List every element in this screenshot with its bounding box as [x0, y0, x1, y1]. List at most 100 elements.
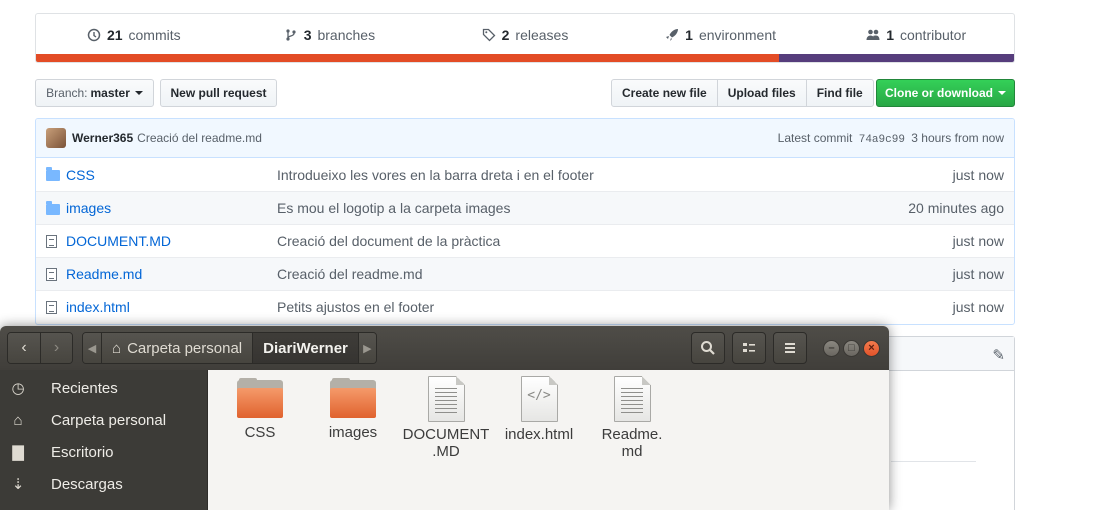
item-label: images [328, 424, 378, 441]
search-icon [701, 341, 715, 355]
triangle-right-icon: ▶ [363, 342, 372, 355]
sidebar-item-label: Descargas [51, 475, 123, 493]
file-commit-message[interactable]: Petits ajustos en el footer [277, 299, 953, 315]
chevron-right-icon: › [53, 339, 60, 356]
path-item-current[interactable]: DiariWerner [252, 333, 358, 363]
sidebar-item-label: Escritorio [51, 443, 114, 461]
sidebar-item-home[interactable]: ⌂ Carpeta personal [0, 404, 207, 436]
table-row: Readme.md Creació del readme.md just now [36, 257, 1014, 290]
maximize-icon: □ [848, 342, 855, 354]
commits-link[interactable]: 21 commits [36, 14, 232, 55]
file-actions-group: Create new file Upload files Find file [611, 79, 874, 107]
new-pull-request-button[interactable]: New pull request [160, 79, 277, 107]
html-file-icon: </> [520, 376, 558, 422]
divider [891, 461, 976, 462]
create-new-file-button[interactable]: Create new file [611, 79, 718, 107]
history-nav: ‹ › [7, 332, 73, 364]
file-item-readme[interactable]: Readme. md [586, 376, 678, 460]
maximize-button[interactable]: □ [843, 340, 860, 357]
contributors-link[interactable]: 1 contributor [818, 14, 1014, 55]
item-label: DOCUMENT .MD [402, 426, 490, 460]
environments-link[interactable]: 1 environment [623, 14, 819, 55]
file-age: just now [952, 233, 1004, 249]
file-name-link[interactable]: CSS [66, 167, 277, 183]
view-toggle-button[interactable] [732, 332, 766, 364]
rocket-icon [666, 28, 679, 41]
path-scroll-right-button[interactable]: ▶ [357, 333, 376, 363]
find-file-button[interactable]: Find file [805, 79, 874, 107]
file-icon [46, 300, 62, 314]
desktop-folder-icon: ▇ [12, 444, 24, 461]
search-button[interactable] [691, 332, 725, 364]
environments-count: 1 [685, 26, 693, 43]
file-commit-message[interactable]: Es mou el logotip a la carpeta images [277, 200, 908, 216]
branch-name: master [90, 86, 130, 100]
table-row: index.html Petits ajustos en el footer jus… [36, 290, 1014, 323]
item-label: index.html [504, 426, 574, 443]
path-scroll-left-button[interactable]: ◀ [83, 333, 101, 363]
pencil-icon[interactable]: ✎ [992, 346, 1005, 364]
hamburger-icon [785, 343, 795, 353]
language-segment [36, 54, 780, 62]
item-label: Readme. md [601, 426, 663, 460]
close-icon: × [868, 342, 875, 354]
file-age: just now [952, 266, 1004, 282]
upload-files-button[interactable]: Upload files [716, 79, 807, 107]
sidebar-item-recent[interactable]: ◷ Recientes [0, 372, 207, 404]
text-file-icon [427, 376, 465, 422]
file-commit-message[interactable]: Creació del document de la pràctica [277, 233, 953, 249]
forward-button[interactable]: › [40, 333, 72, 363]
folder-icon [46, 167, 62, 181]
file-name-link[interactable]: index.html [66, 299, 277, 315]
commit-sha[interactable]: 74a9c99 [859, 134, 905, 146]
file-commit-message[interactable]: Introdueixo les vores en la barra dreta … [277, 167, 953, 183]
file-age: just now [952, 299, 1004, 315]
clone-or-download-button[interactable]: Clone or download [876, 79, 1015, 107]
close-button[interactable]: × [863, 340, 880, 357]
header-tools [691, 332, 807, 364]
avatar[interactable] [46, 128, 66, 148]
path-item-label: Carpeta personal [127, 339, 243, 357]
latest-commit-info: Latest commit 74a9c99 3 hours from now [778, 131, 1004, 146]
file-name-link[interactable]: images [66, 200, 277, 216]
file-table: Werner365 Creació del readme.md Latest c… [35, 118, 1015, 325]
file-name-link[interactable]: DOCUMENT.MD [66, 233, 277, 249]
minimize-icon: – [828, 342, 835, 354]
file-name-link[interactable]: Readme.md [66, 266, 277, 282]
tag-icon [482, 28, 496, 41]
sidebar-item-downloads[interactable]: ⇣ Descargas [0, 468, 207, 500]
table-row: CSS Introdueixo les vores en la barra dre… [36, 158, 1014, 191]
window-controls: – □ × [823, 340, 880, 357]
repo-summary: 21 commits 3 branches 2 releases 1 envir… [35, 13, 1015, 63]
releases-count: 2 [501, 26, 510, 43]
latest-commit-bar: Werner365 Creació del readme.md Latest c… [36, 119, 1014, 158]
file-age: just now [952, 166, 1004, 183]
commit-message[interactable]: Creació del readme.md [137, 131, 262, 145]
branches-link[interactable]: 3 branches [232, 14, 428, 55]
file-item-document[interactable]: DOCUMENT .MD [400, 376, 492, 460]
readme-header: ✎ [871, 337, 1014, 371]
contributors-count: 1 [886, 26, 894, 43]
contributors-label: contributor [899, 26, 967, 43]
menu-button[interactable] [773, 332, 807, 364]
commits-label: commits [128, 26, 181, 43]
commit-author[interactable]: Werner365 [72, 131, 133, 145]
sidebar-item-desktop[interactable]: ▇ Escritorio [0, 436, 207, 468]
language-bar[interactable] [36, 54, 1014, 62]
folder-item-css[interactable]: CSS [214, 376, 306, 441]
path-item-home[interactable]: ⌂ Carpeta personal [101, 333, 253, 363]
file-commit-message[interactable]: Creació del readme.md [277, 266, 953, 282]
back-button[interactable]: ‹ [8, 333, 40, 363]
chevron-down-icon [998, 91, 1006, 95]
file-icon [46, 267, 62, 281]
branches-label: branches [317, 26, 376, 43]
file-item-index[interactable]: </> index.html [493, 376, 585, 443]
releases-link[interactable]: 2 releases [427, 14, 623, 55]
readme-panel: ✎ [870, 336, 1015, 510]
folder-item-images[interactable]: images [307, 376, 399, 441]
minimize-button[interactable]: – [823, 340, 840, 357]
text-file-icon [613, 376, 651, 422]
home-icon: ⌂ [13, 411, 23, 429]
file-icon [46, 234, 62, 248]
branch-select-button[interactable]: Branch: master [35, 79, 154, 107]
